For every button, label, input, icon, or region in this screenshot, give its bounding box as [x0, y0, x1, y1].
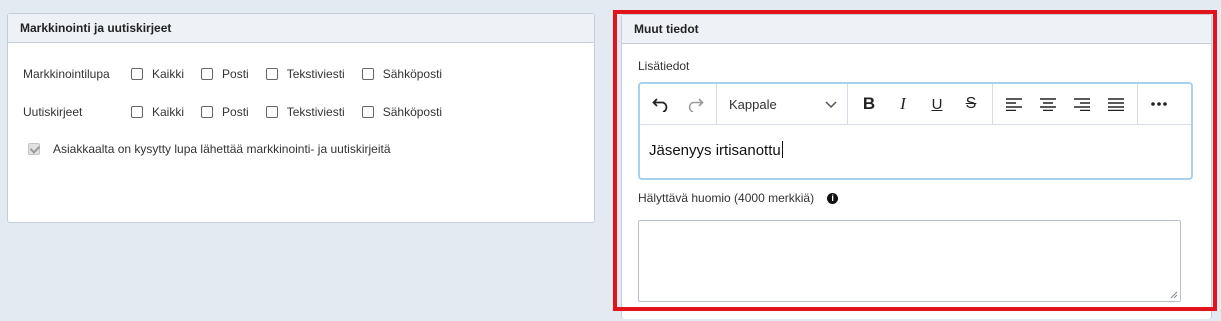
- marketing-permission-label: Markkinointilupa: [23, 67, 110, 81]
- resize-grip-icon[interactable]: [1170, 291, 1178, 299]
- marketing-post-option[interactable]: Posti: [201, 67, 249, 81]
- huomio-label-row: Hälyttävä huomio (4000 merkkiä) i: [638, 191, 839, 205]
- marketing-panel: Markkinointi ja uutiskirjeet Markkinoint…: [7, 13, 595, 223]
- consent-row: Asiakkaalta on kysytty lupa lähettää mar…: [28, 139, 391, 159]
- editor-toolbar: Kappale B I U S: [640, 84, 1191, 125]
- newsletter-sms-checkbox[interactable]: [265, 106, 278, 118]
- align-center-icon[interactable]: [1031, 90, 1065, 118]
- bold-icon[interactable]: B: [852, 90, 886, 118]
- paragraph-format-select[interactable]: Kappale: [721, 90, 843, 118]
- huomio-label: Hälyttävä huomio (4000 merkkiä): [638, 191, 815, 205]
- rich-text-editor: Kappale B I U S Jäsenyys irtisanottu: [638, 82, 1193, 180]
- newsletter-email-option[interactable]: Sähköposti: [361, 105, 442, 119]
- format-group: Kappale: [717, 84, 848, 124]
- marketing-all-checkbox[interactable]: [131, 68, 143, 80]
- consent-checkbox[interactable]: [28, 143, 40, 155]
- chevron-down-icon: [825, 97, 837, 112]
- undo-icon[interactable]: [644, 90, 678, 118]
- newsletter-all-checkbox[interactable]: [131, 106, 143, 118]
- info-icon[interactable]: i: [827, 193, 839, 204]
- align-right-icon[interactable]: [1065, 90, 1099, 118]
- marketing-permission-row: Markkinointilupa Kaikki Posti Tekstivies…: [23, 64, 459, 84]
- paragraph-format-value: Kappale: [729, 96, 777, 112]
- marketing-all-option[interactable]: Kaikki: [131, 67, 184, 81]
- redo-icon[interactable]: [678, 90, 712, 118]
- marketing-email-option[interactable]: Sähköposti: [361, 67, 442, 81]
- newsletter-email-checkbox[interactable]: [361, 106, 374, 118]
- newsletter-row: Uutiskirjeet Kaikki Posti Tekstiviesti S…: [23, 102, 459, 122]
- newsletter-all-option[interactable]: Kaikki: [131, 105, 184, 119]
- newsletter-post-checkbox[interactable]: [201, 106, 214, 118]
- marketing-sms-option[interactable]: Tekstiviesti: [265, 67, 345, 81]
- alert-note-textarea[interactable]: [638, 220, 1181, 302]
- newsletter-label: Uutiskirjeet: [23, 105, 83, 119]
- other-info-panel-title: Muut tiedot: [622, 15, 1211, 44]
- strikethrough-icon[interactable]: S: [954, 90, 988, 118]
- editor-content-area[interactable]: Jäsenyys irtisanottu: [640, 125, 1191, 175]
- align-left-icon[interactable]: [997, 90, 1031, 118]
- lisatiedot-label: Lisätiedot: [638, 59, 690, 73]
- marketing-post-checkbox[interactable]: [201, 68, 214, 80]
- italic-icon[interactable]: I: [886, 90, 920, 118]
- alignment-group: [993, 84, 1138, 124]
- more-icon[interactable]: [1142, 90, 1176, 118]
- align-justify-icon[interactable]: [1099, 90, 1133, 118]
- editor-text: Jäsenyys irtisanottu: [649, 142, 781, 159]
- consent-label: Asiakkaalta on kysytty lupa lähettää mar…: [53, 142, 391, 156]
- marketing-panel-title: Markkinointi ja uutiskirjeet: [8, 14, 594, 43]
- newsletter-post-option[interactable]: Posti: [201, 105, 249, 119]
- more-group: [1138, 84, 1180, 124]
- newsletter-sms-option[interactable]: Tekstiviesti: [265, 105, 345, 119]
- marketing-sms-checkbox[interactable]: [265, 68, 278, 80]
- style-group: B I U S: [848, 84, 993, 124]
- history-group: [640, 84, 717, 124]
- marketing-email-checkbox[interactable]: [361, 68, 374, 80]
- underline-icon[interactable]: U: [920, 90, 954, 118]
- text-caret: [781, 141, 783, 158]
- other-info-panel: Muut tiedot Lisätiedot Kappale B I U S J…: [621, 14, 1212, 319]
